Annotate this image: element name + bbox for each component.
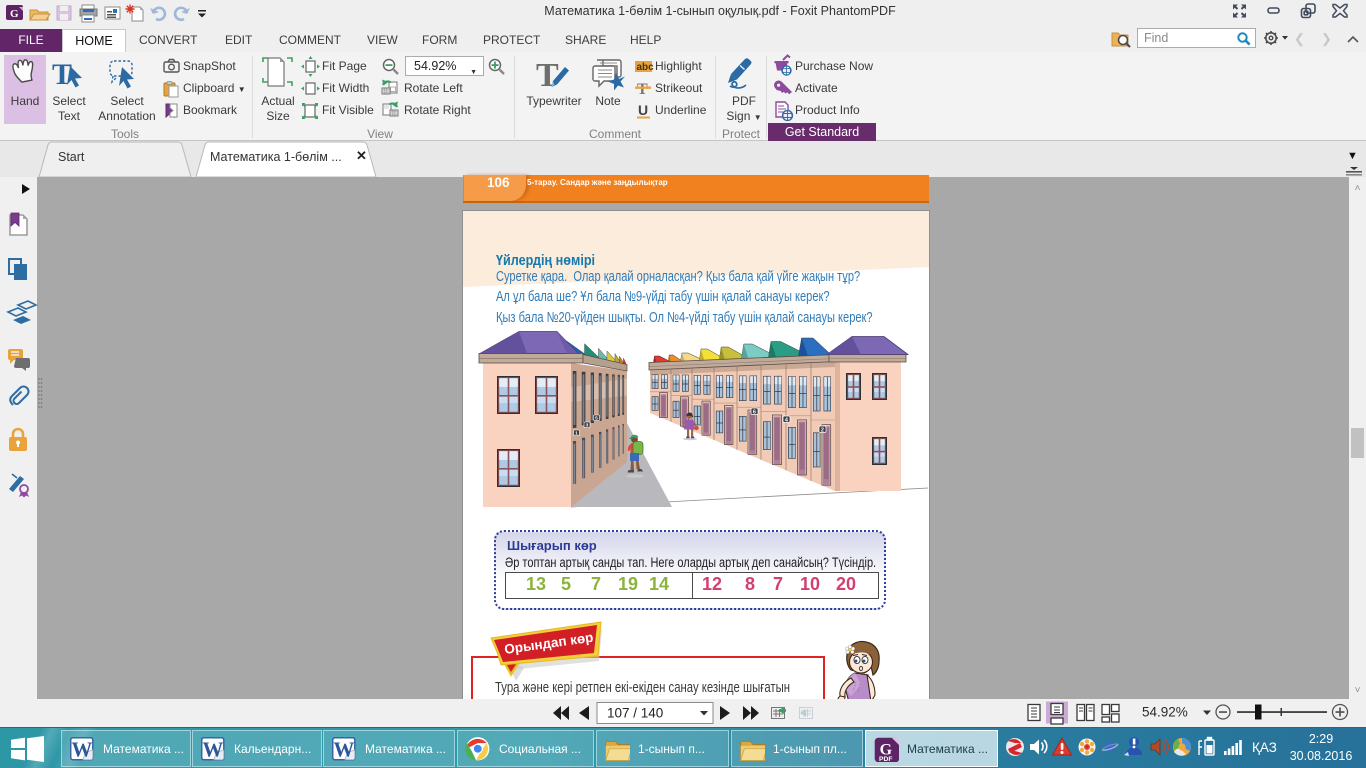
- svg-text:5: 5: [595, 416, 598, 422]
- svg-text:1: 1: [575, 431, 578, 437]
- svg-text:G: G: [10, 8, 19, 20]
- svg-text:2: 2: [821, 427, 824, 433]
- svg-text:T: T: [637, 81, 648, 98]
- svg-text:107 / 140: 107 / 140: [607, 706, 663, 721]
- svg-text:abc: abc: [637, 62, 655, 73]
- svg-text:6: 6: [753, 409, 756, 415]
- svg-text:54.92%: 54.92%: [1142, 705, 1188, 720]
- svg-text:3: 3: [586, 423, 589, 429]
- svg-text:T: T: [536, 57, 559, 94]
- svg-text:U: U: [638, 102, 648, 118]
